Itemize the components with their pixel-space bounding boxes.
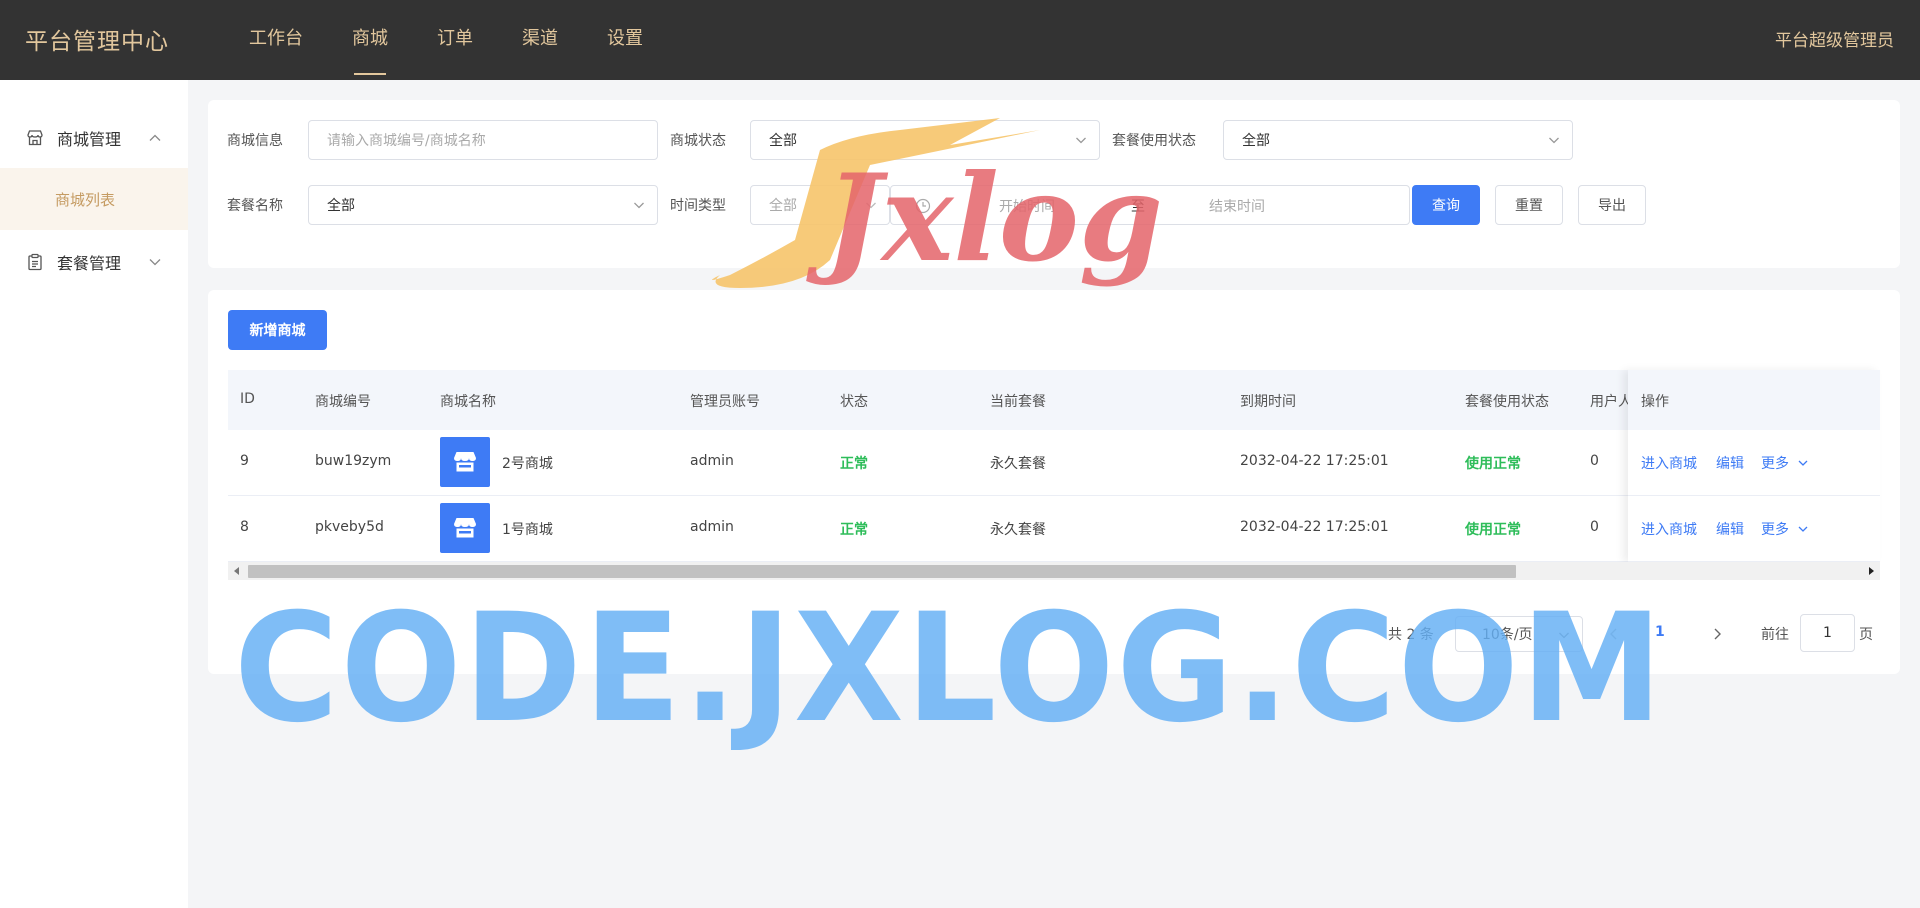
cell-admin: admin (690, 519, 734, 535)
col-status: 状态 (840, 394, 868, 410)
sidebar-group-mall[interactable]: 商城管理 (0, 108, 188, 168)
reset-button[interactable]: 重置 (1495, 185, 1563, 225)
sidebar-group-label: 商城管理 (57, 130, 122, 149)
more-label: 更多 (1761, 456, 1789, 472)
ops-cell: 进入商城 编辑 更多 (1628, 430, 1880, 496)
cell-expire: 2032-04-22 17:25:01 (1240, 453, 1389, 469)
site-watermark: CODE.JXLOG.COM (234, 582, 1665, 756)
sidebar-item-mall-list[interactable]: 商城列表 (0, 168, 188, 230)
cell-admin: admin (690, 453, 734, 469)
nav-settings[interactable]: 设置 (589, 0, 661, 80)
chevron-down-icon (149, 259, 161, 266)
cell-package: 永久套餐 (990, 456, 1046, 472)
chevron-down-icon (634, 202, 644, 209)
shop-info-label: 商城信息 (227, 133, 283, 149)
col-package: 当前套餐 (990, 394, 1046, 410)
more-dropdown[interactable]: 更多 (1761, 519, 1808, 539)
col-code: 商城编号 (315, 394, 371, 410)
cell-usage: 使用正常 (1465, 456, 1521, 472)
store-icon (27, 130, 43, 146)
end-time-placeholder: 结束时间 (1209, 199, 1265, 215)
operations-column: 操作 进入商城 编辑 更多 进入商城 编辑 更多 (1628, 370, 1880, 562)
cell-expire: 2032-04-22 17:25:01 (1240, 519, 1389, 535)
cell-code: buw19zym (315, 453, 392, 469)
scrollbar-thumb[interactable] (248, 565, 1516, 578)
sidebar: 商城管理 商城列表 套餐管理 (0, 80, 188, 908)
chevron-up-icon (149, 134, 161, 141)
goto-page-input[interactable] (1800, 614, 1855, 652)
goto-suffix: 页 (1859, 627, 1873, 643)
package-name-value: 全部 (327, 198, 355, 214)
shop-info-input[interactable]: 请输入商城编号/商城名称 (308, 120, 658, 160)
col-expire: 到期时间 (1240, 394, 1296, 410)
sidebar-group-package[interactable]: 套餐管理 (0, 232, 188, 292)
cell-id: 9 (240, 453, 249, 469)
nav-channels[interactable]: 渠道 (504, 0, 576, 80)
scroll-left-icon[interactable] (234, 567, 239, 575)
col-id: ID (240, 391, 255, 407)
sidebar-item-label: 商城列表 (55, 190, 116, 209)
scroll-right-icon[interactable] (1869, 567, 1874, 575)
top-nav: 工作台 商城 订单 渠道 设置 (231, 0, 674, 80)
cell-users: 0 (1590, 519, 1599, 535)
shop-info-placeholder: 请输入商城编号/商城名称 (327, 133, 486, 149)
cell-name: 1号商城 (502, 522, 553, 538)
ops-cell: 进入商城 编辑 更多 (1628, 496, 1880, 562)
enter-mall-link[interactable]: 进入商城 (1641, 453, 1697, 473)
horizontal-scrollbar[interactable] (228, 562, 1880, 580)
cell-code: pkveby5d (315, 519, 384, 535)
top-header: 平台管理中心 工作台 商城 订单 渠道 设置 平台超级管理员 (0, 0, 1920, 80)
col-admin: 管理员账号 (690, 394, 760, 410)
col-ops: 操作 (1641, 394, 1669, 410)
more-dropdown[interactable]: 更多 (1761, 453, 1808, 473)
chevron-down-icon (1798, 526, 1808, 532)
operations-header: 操作 (1628, 370, 1880, 430)
cell-package: 永久套餐 (990, 522, 1046, 538)
chevron-down-icon (1549, 137, 1559, 144)
package-name-select[interactable]: 全部 (308, 185, 658, 225)
nav-orders[interactable]: 订单 (419, 0, 491, 80)
shop-logo-icon (440, 437, 490, 487)
export-button[interactable]: 导出 (1578, 185, 1646, 225)
col-usage: 套餐使用状态 (1465, 394, 1549, 410)
col-name: 商城名称 (440, 394, 496, 410)
jxlog-logo-watermark: Jxlog (712, 118, 1160, 289)
sidebar-group-label: 套餐管理 (57, 254, 122, 273)
logo-text: Jxlog (806, 148, 1160, 289)
cell-name: 2号商城 (502, 456, 553, 472)
shop-logo-icon (440, 503, 490, 553)
nav-workbench[interactable]: 工作台 (231, 0, 321, 80)
cell-id: 8 (240, 519, 249, 535)
col-users: 用户人 (1590, 394, 1632, 410)
package-status-select[interactable]: 全部 (1223, 120, 1573, 160)
cell-status: 正常 (840, 522, 868, 538)
next-page-icon[interactable] (1711, 627, 1723, 641)
goto-prefix: 前往 (1761, 627, 1789, 643)
user-name[interactable]: 平台超级管理员 (1775, 26, 1894, 51)
cell-users: 0 (1590, 453, 1599, 469)
enter-mall-link[interactable]: 进入商城 (1641, 519, 1697, 539)
search-button[interactable]: 查询 (1412, 185, 1480, 225)
package-status-value: 全部 (1242, 133, 1270, 149)
edit-link[interactable]: 编辑 (1716, 519, 1744, 539)
more-label: 更多 (1761, 522, 1789, 538)
cell-status: 正常 (840, 456, 868, 472)
clipboard-icon (28, 253, 42, 271)
chevron-down-icon (1798, 460, 1808, 466)
brand-title: 平台管理中心 (25, 29, 169, 55)
edit-link[interactable]: 编辑 (1716, 453, 1744, 473)
package-name-label: 套餐名称 (227, 198, 283, 214)
add-mall-button[interactable]: 新增商城 (228, 310, 327, 350)
nav-mall[interactable]: 商城 (334, 0, 406, 80)
cell-usage: 使用正常 (1465, 522, 1521, 538)
